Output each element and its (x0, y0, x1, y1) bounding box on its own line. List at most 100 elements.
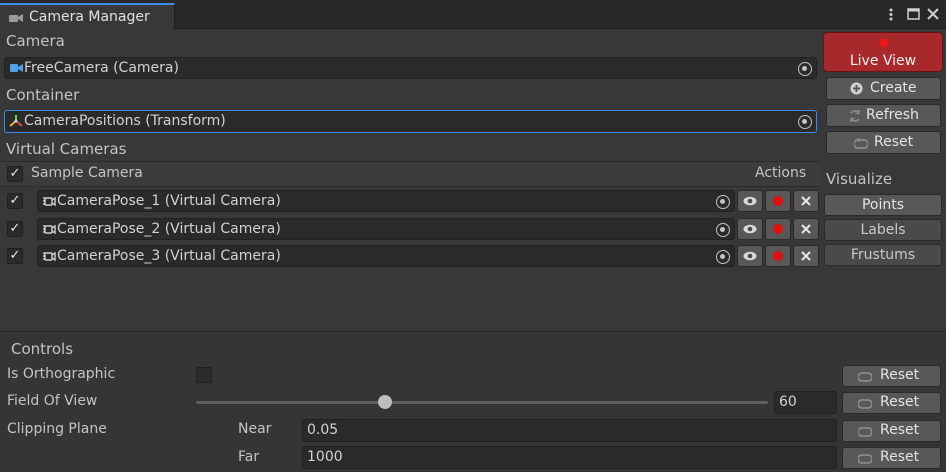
close-icon (801, 224, 811, 234)
record-icon (879, 38, 889, 48)
virtual-camera-field[interactable]: CameraPose_1 (Virtual Camera) (37, 190, 735, 212)
sample-camera-label: Sample Camera (31, 165, 143, 181)
virtual-cameras-header: ✓ Sample Camera Actions (0, 161, 820, 187)
eye-icon (743, 251, 757, 261)
close-icon (801, 196, 811, 206)
fov-label: Field Of View (7, 393, 98, 409)
list-item: ✓ CameraPose_2 (Virtual Camera) (0, 216, 820, 243)
reset-label: Reset (874, 134, 914, 150)
container-value: CameraPositions (Transform) (24, 113, 226, 129)
create-button[interactable]: Create (826, 77, 941, 100)
container-field[interactable]: CameraPositions (Transform) (4, 110, 817, 133)
reset-fov-button[interactable]: Reset (842, 392, 941, 414)
camera-field[interactable]: FreeCamera (Camera) (4, 57, 817, 79)
record-button[interactable] (765, 218, 791, 240)
transform-icon (9, 115, 23, 127)
camera-label: Camera (6, 32, 65, 50)
orthographic-label: Is Orthographic (7, 366, 116, 382)
camera-enabled-checkbox[interactable]: ✓ (7, 221, 23, 237)
plus-circle-icon (850, 82, 863, 95)
record-icon (773, 251, 783, 261)
camera-enabled-checkbox[interactable]: ✓ (7, 248, 23, 264)
virtual-camera-field[interactable]: CameraPose_3 (Virtual Camera) (37, 245, 735, 267)
remove-button[interactable] (793, 190, 819, 212)
object-picker-icon[interactable] (716, 250, 730, 264)
virtual-camera-name: CameraPose_1 (Virtual Camera) (57, 193, 281, 209)
create-label: Create (870, 80, 917, 96)
far-input[interactable]: 1000 (302, 446, 837, 469)
reset-icon (858, 372, 872, 382)
live-view-button[interactable]: Live View (823, 32, 943, 72)
tab-camera-manager[interactable]: Camera Manager (0, 3, 175, 30)
camera-icon (10, 64, 23, 72)
object-picker-icon[interactable] (716, 195, 730, 209)
reset-label: Reset (880, 422, 920, 438)
virtual-camera-icon (43, 196, 56, 207)
reset-label: Reset (880, 394, 920, 410)
frustums-button[interactable]: Frustums (824, 244, 942, 266)
camera-icon (9, 14, 23, 22)
virtual-camera-icon (43, 251, 56, 262)
clipping-plane-label: Clipping Plane (7, 421, 107, 437)
tab-title: Camera Manager (29, 9, 150, 25)
record-button[interactable] (765, 190, 791, 212)
virtual-camera-name: CameraPose_2 (Virtual Camera) (57, 221, 281, 237)
reset-icon (858, 399, 872, 409)
header-checkbox[interactable]: ✓ (7, 166, 23, 182)
reset-near-button[interactable]: Reset (842, 420, 941, 442)
kebab-menu-icon[interactable] (883, 5, 899, 23)
remove-button[interactable] (793, 218, 819, 240)
eye-icon (743, 196, 757, 206)
reset-label: Reset (880, 367, 920, 383)
far-label: Far (238, 449, 260, 465)
close-icon[interactable] (925, 5, 941, 23)
fov-slider-thumb[interactable] (377, 395, 392, 409)
record-icon (773, 224, 783, 234)
controls-panel: Controls Is Orthographic Field Of View 6… (0, 331, 946, 472)
camera-value: FreeCamera (Camera) (24, 60, 179, 76)
object-picker-icon[interactable] (798, 115, 812, 129)
reset-icon (854, 138, 868, 149)
frustums-label: Frustums (850, 247, 916, 263)
fov-input[interactable]: 60 (774, 391, 837, 414)
reset-orthographic-button[interactable]: Reset (842, 365, 941, 387)
maximize-icon[interactable] (905, 5, 921, 23)
object-picker-icon[interactable] (716, 223, 730, 237)
eye-icon (743, 224, 757, 234)
remove-button[interactable] (793, 245, 819, 267)
virtual-cameras-label: Virtual Cameras (6, 140, 127, 158)
close-icon (801, 251, 811, 261)
virtual-camera-name: CameraPose_3 (Virtual Camera) (57, 248, 281, 264)
container-label: Container (6, 86, 80, 104)
list-item: ✓ CameraPose_3 (Virtual Camera) (0, 243, 820, 270)
view-button[interactable] (737, 245, 763, 267)
points-button[interactable]: Points (824, 194, 942, 216)
virtual-camera-icon (43, 224, 56, 235)
camera-enabled-checkbox[interactable]: ✓ (7, 193, 23, 209)
near-input[interactable]: 0.05 (302, 419, 837, 442)
controls-title: Controls (11, 340, 74, 358)
live-view-label: Live View (849, 53, 917, 69)
view-button[interactable] (737, 218, 763, 240)
record-icon (773, 196, 783, 206)
reset-icon (858, 454, 872, 464)
fov-slider-track[interactable] (196, 401, 768, 404)
labels-button[interactable]: Labels (824, 219, 942, 241)
near-value: 0.05 (307, 422, 339, 438)
virtual-camera-field[interactable]: CameraPose_2 (Virtual Camera) (37, 218, 735, 240)
view-button[interactable] (737, 190, 763, 212)
refresh-button[interactable]: Refresh (826, 104, 941, 127)
object-picker-icon[interactable] (798, 62, 812, 76)
record-button[interactable] (765, 245, 791, 267)
reset-all-button[interactable]: Reset (826, 131, 941, 154)
refresh-icon (850, 110, 860, 122)
reset-label: Reset (880, 449, 920, 465)
actions-label: Actions (755, 165, 807, 181)
reset-far-button[interactable]: Reset (842, 447, 941, 469)
refresh-label: Refresh (866, 107, 919, 123)
list-item: ✓ CameraPose_1 (Virtual Camera) (0, 188, 820, 215)
points-label: Points (861, 197, 905, 213)
orthographic-checkbox[interactable] (196, 367, 212, 383)
far-value: 1000 (307, 449, 343, 465)
near-label: Near (238, 421, 272, 437)
